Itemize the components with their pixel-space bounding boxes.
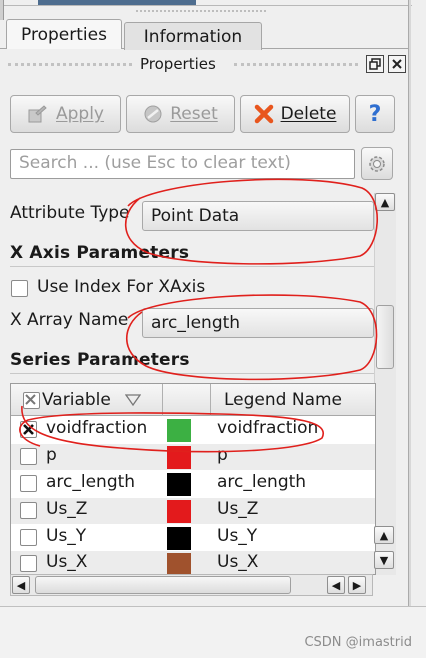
use-index-checkbox[interactable] (11, 280, 28, 297)
table-header: Variable Legend Name (11, 384, 375, 416)
float-icon[interactable] (366, 55, 384, 73)
help-icon: ? (368, 101, 382, 127)
row-variable: voidfraction (46, 418, 148, 438)
advanced-settings-button[interactable] (361, 147, 393, 180)
row-checkbox-us-y[interactable] (20, 529, 37, 546)
apply-icon (28, 105, 47, 123)
table-row[interactable]: p p (11, 444, 375, 470)
table-scrollbar[interactable]: ▲ ▼ (374, 524, 396, 575)
row-legend[interactable]: p (217, 445, 228, 465)
reset-label: Reset (170, 104, 218, 124)
row-variable: Us_Y (46, 526, 87, 546)
table-horizontal-scrollbar[interactable]: ◀ ◀ ▶ (10, 574, 373, 596)
gear-icon (369, 155, 385, 172)
panel-scrollbar[interactable]: ▲ (374, 193, 396, 575)
row-checkbox-us-z[interactable] (20, 502, 37, 519)
use-index-label: Use Index For XAxis (37, 277, 206, 297)
series-separator (10, 373, 374, 374)
scroll-up-icon[interactable]: ▲ (375, 193, 395, 211)
row-legend[interactable]: arc_length (217, 472, 306, 492)
delete-x-icon (254, 104, 273, 124)
table-row[interactable]: Us_Z Us_Z (11, 498, 375, 524)
color-swatch[interactable] (167, 446, 191, 469)
color-swatch[interactable] (167, 500, 191, 523)
dock-grip-left (8, 63, 132, 67)
delete-label: Delete (280, 104, 337, 124)
attribute-type-label: Attribute Type (10, 203, 130, 223)
row-variable: arc_length (46, 472, 136, 492)
tab-properties[interactable]: Properties (6, 19, 122, 49)
row-variable: Us_Z (46, 499, 88, 519)
reset-button[interactable]: Reset (126, 95, 235, 133)
column-legend-label: Legend Name (224, 390, 343, 410)
color-swatch[interactable] (167, 527, 191, 550)
color-swatch[interactable] (167, 553, 191, 574)
apply-label: Apply (56, 104, 104, 124)
row-legend[interactable]: voidfraction (217, 418, 318, 438)
tab-properties-label: Properties (21, 24, 107, 45)
scroll-right-icon[interactable]: ▶ (348, 576, 366, 594)
dock-grip-right (234, 63, 358, 67)
help-button[interactable]: ? (355, 95, 395, 133)
column-header-variable[interactable]: Variable (11, 384, 163, 416)
table-row[interactable]: Us_X Us_X (11, 551, 375, 574)
splitter-handle[interactable] (136, 10, 266, 14)
table-row[interactable]: arc_length arc_length (11, 471, 375, 497)
row-checkbox-arc-length[interactable] (20, 475, 37, 492)
select-all-checkbox[interactable] (23, 391, 40, 409)
row-variable: p (46, 445, 57, 465)
series-section-header: Series Parameters (10, 350, 190, 370)
x-axis-section-header: X Axis Parameters (10, 243, 190, 263)
dock-title: Properties (140, 55, 216, 73)
row-checkbox-p[interactable] (20, 448, 37, 465)
row-legend[interactable]: Us_Z (217, 499, 258, 519)
apply-button[interactable]: Apply (10, 95, 121, 133)
bottom-area: CSDN @imastrid (0, 606, 426, 658)
search-input[interactable]: Search ... (use Esc to clear text) (10, 149, 355, 179)
right-panel-border (408, 0, 411, 606)
scroll-left-icon[interactable]: ◀ (12, 576, 30, 594)
sort-triangle-icon (124, 394, 141, 406)
column-variable-label: Variable (42, 390, 111, 410)
row-legend[interactable]: Us_Y (217, 526, 257, 546)
table-scroll-up-icon[interactable]: ▲ (374, 526, 394, 544)
search-placeholder: Search ... (use Esc to clear text) (19, 153, 291, 173)
table-scroll-down-icon[interactable]: ▼ (374, 551, 394, 569)
color-swatch[interactable] (167, 419, 191, 442)
tab-information-label: Information (143, 26, 243, 47)
row-variable: Us_X (46, 552, 88, 572)
column-header-legend[interactable]: Legend Name (211, 384, 375, 416)
column-header-color[interactable] (163, 384, 211, 416)
row-legend[interactable]: Us_X (217, 552, 258, 572)
series-table[interactable]: Variable Legend Name voidfraction voidfr… (10, 383, 376, 575)
row-checkbox-voidfraction[interactable] (20, 421, 37, 438)
row-checkbox-us-x[interactable] (20, 555, 37, 572)
table-row[interactable]: Us_Y Us_Y (11, 525, 375, 551)
delete-button[interactable]: Delete (240, 95, 350, 133)
x-array-label: X Array Name (10, 310, 129, 330)
x-array-value: arc_length (151, 313, 241, 333)
table-row[interactable]: voidfraction voidfraction (11, 417, 375, 443)
scroll-left-end-icon[interactable]: ◀ (327, 576, 345, 594)
pipeline-selection-remnant (38, 0, 196, 5)
left-frame-edge (0, 0, 4, 20)
attribute-type-value: Point Data (151, 206, 240, 226)
x-array-select[interactable]: arc_length (142, 308, 374, 338)
close-icon[interactable] (388, 55, 406, 73)
attribute-type-select[interactable]: Point Data (142, 201, 374, 231)
watermark-text: CSDN @imastrid (304, 635, 412, 650)
tab-information[interactable]: Information (124, 22, 262, 50)
x-axis-separator (10, 266, 374, 267)
scroll-thumb[interactable] (376, 305, 394, 369)
reset-icon (144, 105, 162, 123)
color-swatch[interactable] (167, 473, 191, 496)
horizontal-scroll-thumb[interactable] (35, 576, 291, 594)
